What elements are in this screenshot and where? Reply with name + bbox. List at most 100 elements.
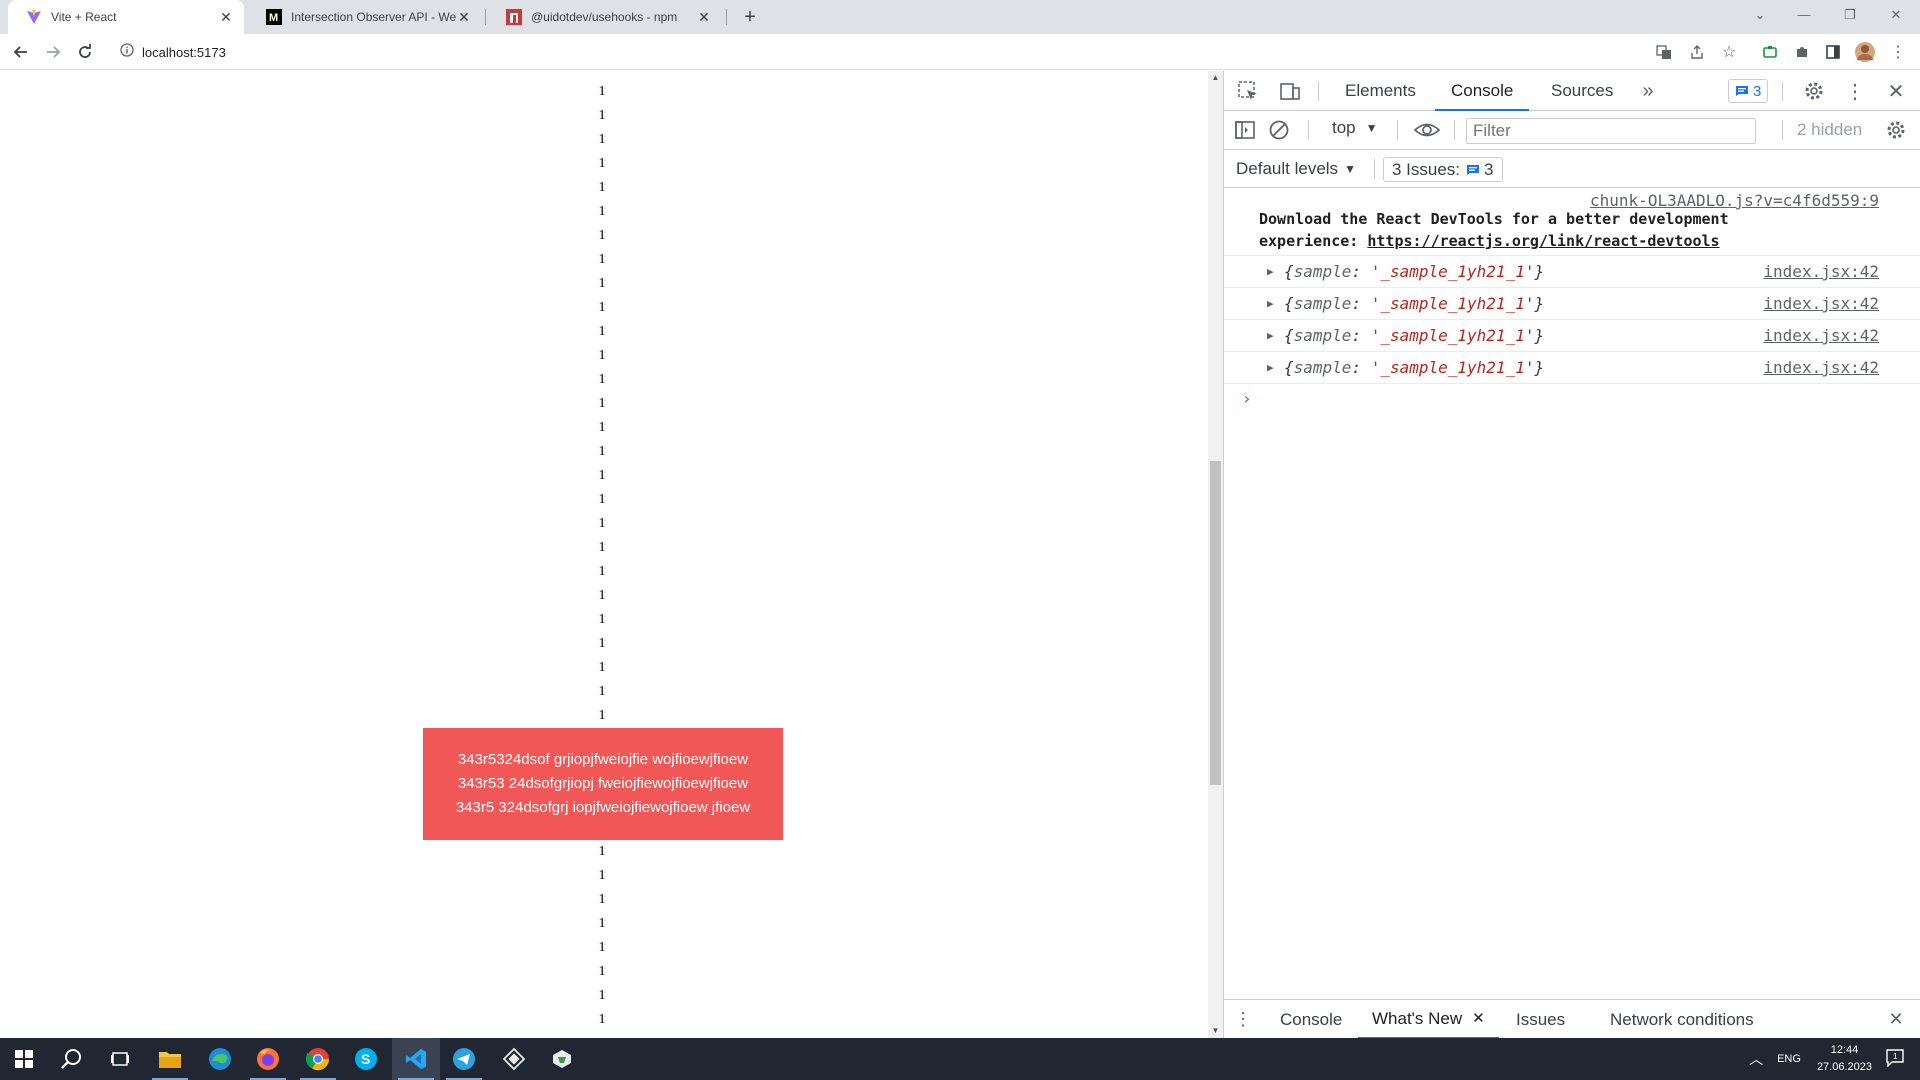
expand-arrow-icon[interactable]: ▶ [1267, 297, 1274, 310]
tab-title: @uidotdev/usehooks - npm [531, 10, 678, 24]
language-indicator[interactable]: ENG [1777, 1053, 1801, 1065]
close-tab-icon[interactable]: ✕ [456, 9, 472, 25]
close-window-button[interactable]: ✕ [1874, 0, 1918, 30]
clear-console-icon[interactable] [1266, 117, 1292, 143]
close-tab-icon[interactable]: ✕ [696, 9, 712, 25]
scrollbar-thumb[interactable] [1210, 461, 1221, 785]
filler-one: 1 [598, 636, 606, 651]
extensions-puzzle-icon[interactable] [1790, 40, 1814, 64]
tab-search-icon[interactable]: ⌄ [1738, 0, 1782, 30]
message-source-link[interactable]: index.jsx:42 [1763, 294, 1879, 313]
telegram-icon[interactable] [440, 1038, 488, 1080]
close-tab-icon[interactable]: ✕ [1472, 999, 1485, 1038]
info-icon[interactable] [120, 42, 134, 62]
search-icon[interactable] [48, 1038, 96, 1080]
task-view-icon[interactable] [96, 1038, 144, 1080]
red-box-line: 343r5324dsof grjiopjfweiojfie wojfioewjf… [457, 751, 749, 768]
expand-arrow-icon[interactable]: ▶ [1267, 265, 1274, 278]
drawer-tab-issues[interactable]: Issues [1502, 1000, 1579, 1039]
console-message-object[interactable]: ▶ {sample: '_sample_1yh21_1'} index.jsx:… [1224, 288, 1920, 320]
issues-badge[interactable]: 3 [1728, 79, 1769, 103]
share-icon[interactable] [1685, 40, 1709, 64]
device-toolbar-icon[interactable] [1277, 78, 1303, 104]
vscode-icon[interactable] [392, 1038, 440, 1080]
reload-button[interactable] [73, 40, 97, 64]
tray-overflow-icon[interactable]: ︿ [1749, 1049, 1763, 1069]
close-drawer-icon[interactable]: ✕ [1883, 1006, 1909, 1032]
inspect-element-icon[interactable] [1235, 78, 1261, 104]
translate-icon[interactable] [1652, 40, 1676, 64]
message-icon [1467, 164, 1480, 175]
filler-one: 1 [598, 324, 606, 339]
react-devtools-link[interactable]: https://reactjs.org/link/react-devtools [1367, 232, 1719, 250]
tab-usehooks-npm[interactable]: @uidotdev/usehooks - npm ✕ [488, 0, 722, 34]
more-tabs-icon[interactable]: » [1635, 78, 1661, 104]
chrome-icon[interactable] [294, 1038, 342, 1080]
console-settings-gear-icon[interactable] [1883, 117, 1909, 143]
observed-red-box: 343r5324dsof grjiopjfweiojfie wojfioewjf… [423, 728, 783, 840]
console-filter-input[interactable] [1466, 118, 1756, 144]
tab-vite-react[interactable]: Vite + React ✕ [8, 0, 244, 34]
extension-green-icon[interactable] [1758, 40, 1782, 64]
message-source-link[interactable]: index.jsx:42 [1763, 358, 1879, 377]
message-source-link[interactable]: index.jsx:42 [1763, 326, 1879, 345]
ones-list-top: 1 1 1 1 1 1 1 1 1 1 1 1 1 1 1 1 1 1 1 1 1 1 1 1 1 1 1 [580, 80, 624, 728]
forward-button[interactable] [41, 40, 65, 64]
object-key: sample [1293, 358, 1352, 377]
context-value: top [1332, 118, 1356, 137]
windows-start-icon[interactable] [0, 1038, 48, 1080]
drawer-tab-label: What's New [1372, 1009, 1463, 1028]
mdn-icon: M [266, 9, 282, 25]
clock[interactable]: 12:44 27.06.2023 [1817, 1042, 1872, 1076]
filler-one: 1 [598, 916, 606, 931]
clock-time: 12:44 [1830, 1044, 1859, 1056]
expand-arrow-icon[interactable]: ▶ [1267, 361, 1274, 374]
drawer-tab-console[interactable]: Console [1266, 1000, 1356, 1039]
filler-one: 1 [598, 108, 606, 123]
settings-gear-icon[interactable] [1801, 78, 1827, 104]
devtools-menu-icon[interactable]: ⋮ [1842, 78, 1868, 104]
tab-console[interactable]: Console [1435, 71, 1530, 111]
scroll-up-arrow[interactable]: ▲ [1208, 71, 1223, 85]
new-tab-button[interactable]: + [738, 5, 762, 29]
issues-count-button[interactable]: 3 Issues: 3 [1383, 157, 1503, 182]
live-expression-eye-icon[interactable] [1414, 117, 1440, 143]
console-prompt-icon[interactable]: › [1242, 389, 1252, 408]
filler-one: 1 [598, 684, 606, 699]
console-message-object[interactable]: ▶ {sample: '_sample_1yh21_1'} index.jsx:… [1224, 352, 1920, 384]
address-bar[interactable]: localhost:5173 [108, 38, 1638, 66]
firefox-icon[interactable] [244, 1038, 292, 1080]
tab-title: Vite + React [51, 10, 117, 24]
page-scrollbar[interactable]: ▲ ▼ [1208, 71, 1223, 1038]
tab-sources[interactable]: Sources [1535, 71, 1629, 111]
expand-arrow-icon[interactable]: ▶ [1267, 329, 1274, 342]
drawer-tab-whats-new[interactable]: What's New ✕ [1358, 1000, 1499, 1039]
close-tab-icon[interactable]: ✕ [218, 9, 234, 25]
drawer-tab-network-conditions[interactable]: Network conditions [1596, 1000, 1768, 1039]
sidebar-toggle-icon[interactable] [1232, 117, 1258, 143]
close-devtools-icon[interactable]: ✕ [1883, 78, 1909, 104]
file-explorer-icon[interactable] [146, 1038, 194, 1080]
log-levels-dropdown[interactable]: Default levels ▼ [1236, 159, 1356, 179]
bookmark-star-icon[interactable]: ☆ [1717, 40, 1741, 64]
edge-browser-icon[interactable] [196, 1038, 244, 1080]
scroll-down-arrow[interactable]: ▼ [1208, 1024, 1223, 1038]
tab-intersection-observer[interactable]: M Intersection Observer API - Web ✕ [248, 0, 482, 34]
back-button[interactable] [9, 40, 33, 64]
console-message-object[interactable]: ▶ {sample: '_sample_1yh21_1'} index.jsx:… [1224, 256, 1920, 288]
skype-icon[interactable]: S [342, 1038, 390, 1080]
filler-one: 1 [598, 988, 606, 1003]
console-message-object[interactable]: ▶ {sample: '_sample_1yh21_1'} index.jsx:… [1224, 320, 1920, 352]
minimize-button[interactable]: — [1782, 0, 1826, 30]
message-source-link[interactable]: index.jsx:42 [1763, 262, 1879, 281]
browser-menu-icon[interactable]: ⋮ [1886, 40, 1910, 64]
pen-tool-app-icon[interactable] [490, 1038, 538, 1080]
drawer-menu-icon[interactable]: ⋮ [1230, 1006, 1256, 1032]
context-select[interactable]: top ▼ [1332, 118, 1378, 138]
profile-avatar[interactable] [1853, 40, 1877, 64]
tab-elements[interactable]: Elements [1329, 71, 1432, 111]
restore-button[interactable]: ❐ [1828, 0, 1872, 30]
side-panel-icon[interactable] [1821, 40, 1845, 64]
utility-app-icon[interactable] [538, 1038, 586, 1080]
notifications-icon[interactable]: 1 [1886, 1048, 1904, 1070]
